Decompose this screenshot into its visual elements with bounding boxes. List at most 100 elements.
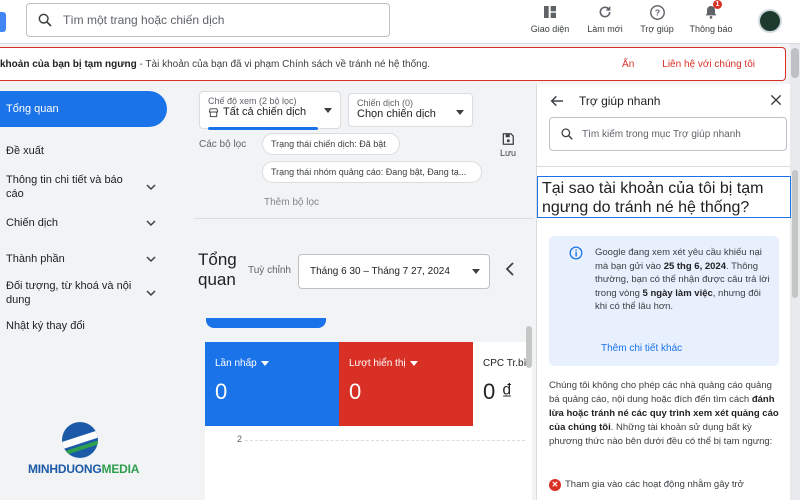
list-item-text: Tham gia vào các hoạt động nhằm gây trở	[565, 479, 744, 490]
divider	[194, 218, 534, 219]
help-button[interactable]: ? Trợ giúp	[631, 2, 683, 34]
custom-label: Tuỳ chỉnh	[248, 265, 291, 276]
close-icon[interactable]	[769, 93, 783, 107]
info-days: 5 ngày làm việc	[642, 287, 713, 299]
chevron-down-icon	[146, 184, 156, 191]
filter-chip-adgroup-status[interactable]: Trạng thái nhóm quảng cáo: Đang bật, Đan…	[262, 161, 482, 183]
appearance-label: Giao diện	[530, 24, 570, 34]
metric-label: Lần nhấp	[215, 358, 257, 369]
help-search-input[interactable]: Tìm kiếm trong mục Trợ giúp nhanh	[549, 117, 787, 151]
main-content: Chế độ xem (2 bộ lọc) Tất cả chiến dịch …	[186, 84, 534, 500]
cards-scrollbar[interactable]	[526, 326, 532, 368]
back-arrow-icon[interactable]	[549, 93, 565, 109]
help-label: Trợ giúp	[640, 24, 674, 34]
sidebar-item-audiences[interactable]: Đối tượng, từ khoá và nội dung	[0, 278, 170, 308]
search-placeholder: Tìm một trang hoặc chiến dịch	[63, 13, 225, 27]
metric-card-impressions[interactable]: Lượt hiển thị 0	[339, 342, 473, 426]
refresh-button[interactable]: Làm mới	[579, 2, 631, 34]
chevron-down-icon	[146, 290, 156, 297]
metric-value: 0	[215, 379, 228, 404]
sidebar-item-change-history[interactable]: Nhật ký thay đổi	[0, 316, 170, 336]
metric-value: 0 ₫	[483, 379, 513, 404]
help-article-body: Chúng tôi không cho phép các nhà quảng c…	[549, 379, 785, 449]
sidebar-item-label: Tổng quan	[6, 103, 59, 115]
campaign-label: Chiến dịch (0)	[357, 98, 414, 108]
contact-us-link[interactable]: Liên hệ với chúng tôi	[662, 59, 755, 70]
sidebar-item-label: Thành phần	[6, 253, 65, 265]
brand-watermark: MINHDUONGMEDIA	[28, 422, 140, 482]
view-mode-dropdown[interactable]: Chế độ xem (2 bộ lọc) Tất cả chiến dịch	[199, 91, 341, 130]
metric-label: Lượt hiển thị	[349, 358, 406, 369]
refresh-icon	[595, 2, 615, 22]
google-ads-logo[interactable]	[0, 12, 6, 32]
bell-icon: 1	[701, 0, 722, 22]
chevron-down-icon	[146, 256, 156, 263]
selected-tab-indicator	[206, 318, 326, 328]
page-search-box[interactable]: Tìm một trang hoặc chiến dịch	[26, 3, 390, 37]
filters-label: Các bộ lọc	[199, 139, 247, 150]
info-icon	[569, 246, 583, 260]
metric-value: 0	[349, 379, 362, 404]
brand-wordmark: MINHDUONGMEDIA	[28, 462, 140, 476]
more-details-link[interactable]: Thêm chi tiết khác	[601, 342, 682, 356]
sidebar-item-assets[interactable]: Thành phần	[0, 249, 170, 269]
info-date: 25 thg 6, 2024	[663, 260, 726, 272]
save-button[interactable]: Lưu	[496, 132, 520, 158]
alert-title: khoản của bạn bị tạm ngưng	[0, 58, 137, 70]
caret-down-icon	[472, 269, 480, 274]
help-panel-header: Trợ giúp nhanh	[537, 84, 791, 116]
notifications-label: Thông báo	[689, 24, 733, 34]
caret-down-icon	[456, 110, 464, 115]
sidebar-item-insights[interactable]: Thông tin chi tiết và báo cáo	[0, 172, 170, 202]
top-bar: Tìm một trang hoặc chiến dịch Giao diện …	[0, 0, 800, 44]
view-mode-label: Chế độ xem (2 bộ lọc)	[208, 96, 297, 106]
brand-logo	[62, 422, 98, 458]
help-panel-scrollbar[interactable]	[792, 170, 798, 298]
campaign-value: Chọn chiến dịch	[357, 108, 436, 120]
view-mode-value: Tất cả chiến dịch	[223, 106, 307, 118]
metric-card-avg-cpc[interactable]: CPC Tr.bì 0 ₫	[473, 342, 532, 426]
svg-text:?: ?	[654, 7, 659, 17]
sidebar-item-recommendations[interactable]: Đề xuất	[0, 142, 170, 160]
suspension-alert: khoản của bạn bị tạm ngưng - Tài khoản c…	[0, 47, 786, 81]
quick-help-panel: Trợ giúp nhanh Tìm kiếm trong mục Trợ gi…	[536, 84, 791, 500]
divider	[537, 166, 791, 167]
caret-down-icon	[409, 361, 418, 366]
metric-cards: Lần nhấp 0 Lượt hiển thị 0 CPC Tr.bì 0 ₫	[205, 342, 532, 426]
filter-chip-campaign-status[interactable]: Trạng thái chiến dịch: Đã bật	[262, 133, 400, 155]
alert-detail: - Tài khoản của bạn đã vi phạm Chính sác…	[136, 58, 431, 70]
metric-card-clicks[interactable]: Lần nhấp 0	[205, 342, 339, 426]
sidebar-item-label: Đề xuất	[6, 145, 44, 157]
add-filter-link[interactable]: Thêm bộ lọc	[264, 197, 319, 208]
help-panel-title: Trợ giúp nhanh	[579, 94, 661, 108]
sidebar-item-campaigns[interactable]: Chiến dịch	[0, 213, 170, 233]
search-icon	[561, 128, 573, 140]
performance-chart: 2	[205, 426, 532, 500]
chevron-down-icon	[146, 220, 156, 227]
error-icon: ✕	[549, 479, 561, 491]
account-avatar[interactable]	[758, 9, 782, 33]
sidebar-item-label: Đối tượng, từ khoá và nội dung	[6, 280, 132, 306]
sidebar-item-overview[interactable]: Tổng quan	[0, 91, 167, 127]
save-icon	[502, 133, 514, 145]
chevron-left-icon[interactable]	[504, 262, 516, 276]
metric-label: CPC Tr.bì	[483, 358, 527, 369]
view-mode-indicator	[208, 127, 318, 130]
caret-down-icon	[324, 108, 332, 113]
save-label: Lưu	[499, 148, 517, 158]
body-text: Chúng tôi không cho phép các nhà quảng c…	[549, 380, 772, 405]
sidebar-item-label: Thông tin chi tiết và báo cáo	[6, 174, 123, 200]
date-range-picker[interactable]: Tháng 6 30 – Tháng 7 27, 2024	[298, 254, 490, 289]
page-title: Tổng quan	[198, 250, 237, 289]
notifications-button[interactable]: 1 Thông báo	[685, 0, 737, 34]
dismiss-link[interactable]: Ẩn	[622, 59, 634, 70]
campaign-dropdown[interactable]: Chiến dịch (0) Chọn chiến dịch	[348, 93, 473, 127]
appeal-info-box: Google đang xem xét yêu cầu khiếu nại mà…	[549, 236, 779, 366]
caret-down-icon	[260, 361, 269, 366]
appearance-icon	[540, 2, 560, 22]
chart-tick-label: 2	[237, 434, 243, 444]
refresh-label: Làm mới	[587, 24, 623, 34]
appearance-button[interactable]: Giao diện	[524, 2, 576, 34]
page-scrollbar-thumb[interactable]	[791, 48, 799, 78]
search-icon	[38, 13, 52, 27]
